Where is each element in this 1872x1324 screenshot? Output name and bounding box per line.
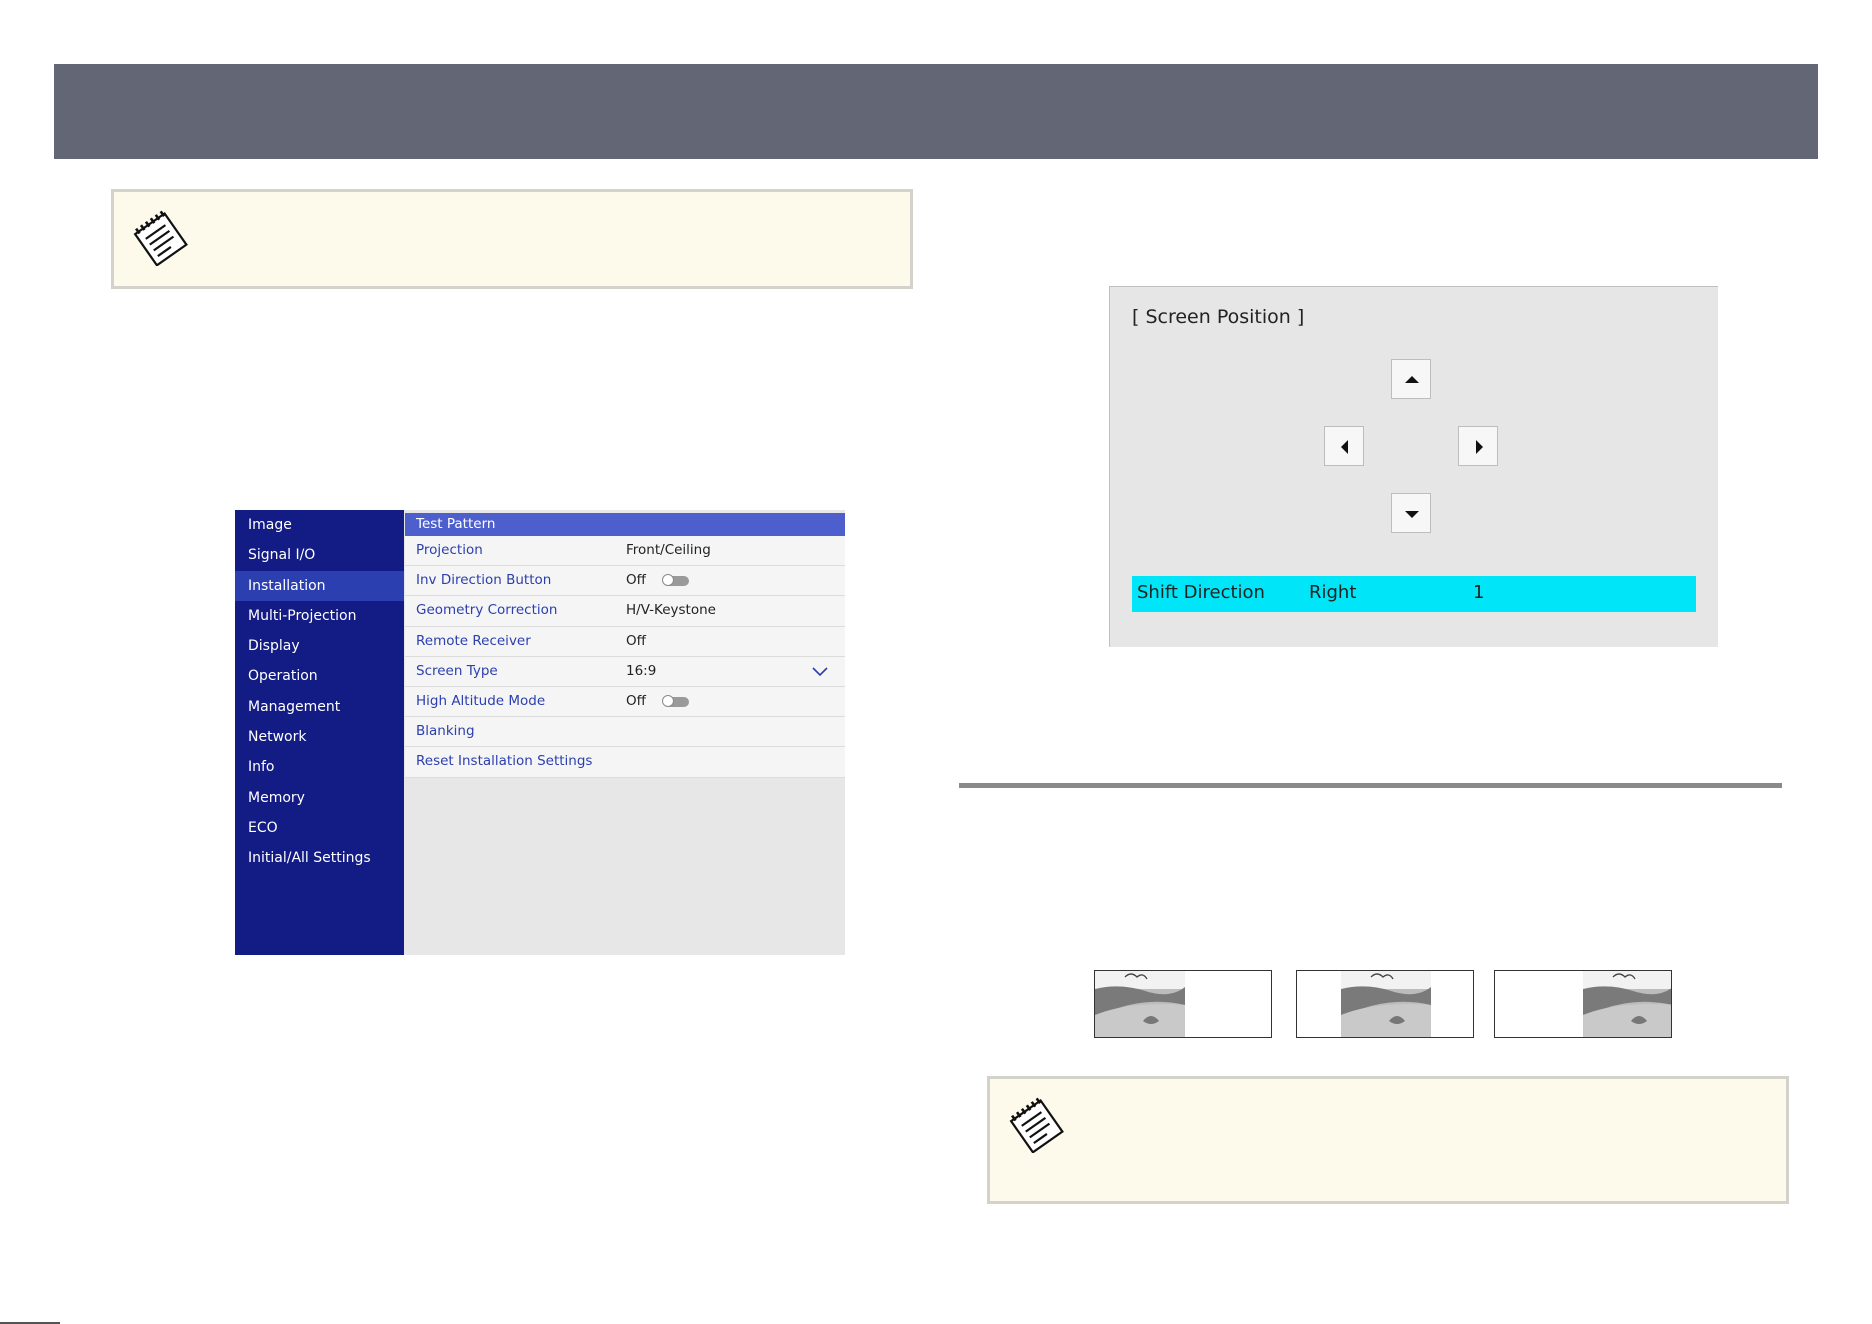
sidebar-item-network[interactable]: Network [235, 722, 404, 752]
row-label: Remote Receiver [416, 632, 531, 649]
shift-direction-row[interactable]: Shift Direction Right 1 [1132, 576, 1696, 612]
screen-position-panel: [ Screen Position ] Shift Direction Righ… [1109, 286, 1718, 647]
menu-row-inv-direction-button[interactable]: Inv Direction Button Off [405, 566, 845, 597]
menu-sidebar: Image Signal I/O Installation Multi-Proj… [235, 510, 404, 955]
sidebar-item-operation[interactable]: Operation [235, 661, 404, 691]
row-value: Off [626, 632, 646, 649]
triangle-down-icon [1405, 511, 1419, 518]
menu-settings-panel: Test Pattern Projection Front/Ceiling In… [405, 513, 845, 778]
panel-title: [ Screen Position ] [1132, 306, 1305, 328]
menu-row-projection[interactable]: Projection Front/Ceiling [405, 536, 845, 567]
menu-row-screen-type[interactable]: Screen Type 16:9 [405, 656, 845, 687]
row-label: Geometry Correction [416, 602, 558, 619]
shift-label: Shift Direction [1137, 582, 1265, 603]
row-label: Projection [416, 542, 483, 558]
thumbnail-shifted-right [1494, 970, 1672, 1038]
installation-menu-screenshot: Image Signal I/O Installation Multi-Proj… [235, 510, 845, 955]
thumbnail-shifted-left [1094, 970, 1272, 1038]
sidebar-item-display[interactable]: Display [235, 631, 404, 661]
row-label: Blanking [416, 723, 475, 740]
chevron-down-icon[interactable] [811, 663, 829, 679]
note-pad-icon [133, 210, 188, 266]
sidebar-item-management[interactable]: Management [235, 692, 404, 722]
triangle-left-icon [1341, 440, 1348, 454]
row-label: Test Pattern [416, 516, 496, 532]
sidebar-item-signal-io[interactable]: Signal I/O [235, 540, 404, 570]
sidebar-item-eco[interactable]: ECO [235, 813, 404, 843]
shift-amount: 1 [1473, 582, 1485, 603]
sidebar-item-memory[interactable]: Memory [235, 783, 404, 813]
menu-row-reset-installation-settings[interactable]: Reset Installation Settings [405, 747, 845, 778]
toggle-switch[interactable] [662, 694, 689, 707]
note-box [111, 189, 913, 289]
sidebar-item-multi-projection[interactable]: Multi-Projection [235, 601, 404, 631]
row-value: Off [626, 572, 646, 589]
up-arrow-button[interactable] [1391, 359, 1431, 399]
row-label: Reset Installation Settings [416, 753, 593, 770]
row-label: Inv Direction Button [416, 572, 552, 589]
section-divider [959, 783, 1782, 788]
note-box [987, 1076, 1789, 1204]
sidebar-item-installation[interactable]: Installation [235, 570, 404, 601]
menu-row-geometry-correction[interactable]: Geometry Correction H/V-Keystone [405, 596, 845, 627]
right-arrow-button[interactable] [1458, 426, 1498, 466]
triangle-right-icon [1476, 440, 1483, 454]
header-band [54, 64, 1818, 159]
sidebar-item-image[interactable]: Image [235, 510, 404, 540]
menu-row-blanking[interactable]: Blanking [405, 717, 845, 748]
beach-image [1341, 971, 1431, 1037]
menu-row-remote-receiver[interactable]: Remote Receiver Off [405, 626, 845, 657]
menu-row-high-altitude-mode[interactable]: High Altitude Mode Off [405, 686, 845, 718]
row-label: Screen Type [416, 662, 498, 679]
row-label: High Altitude Mode [416, 692, 546, 709]
left-arrow-button[interactable] [1324, 426, 1364, 466]
row-value: Off [626, 692, 646, 709]
row-value: 16:9 [626, 662, 657, 679]
beach-image [1095, 971, 1185, 1037]
note-pad-icon [1009, 1097, 1064, 1153]
sidebar-item-info[interactable]: Info [235, 752, 404, 782]
shift-value: Right [1309, 582, 1357, 603]
row-value: Front/Ceiling [626, 542, 711, 558]
sidebar-item-initial-all-settings[interactable]: Initial/All Settings [235, 843, 404, 873]
down-arrow-button[interactable] [1391, 493, 1431, 533]
toggle-switch[interactable] [662, 574, 689, 587]
beach-image [1583, 971, 1671, 1037]
triangle-up-icon [1405, 376, 1419, 383]
thumbnail-centered [1296, 970, 1474, 1038]
menu-row-test-pattern[interactable]: Test Pattern [405, 513, 845, 536]
row-value: H/V-Keystone [626, 602, 716, 619]
